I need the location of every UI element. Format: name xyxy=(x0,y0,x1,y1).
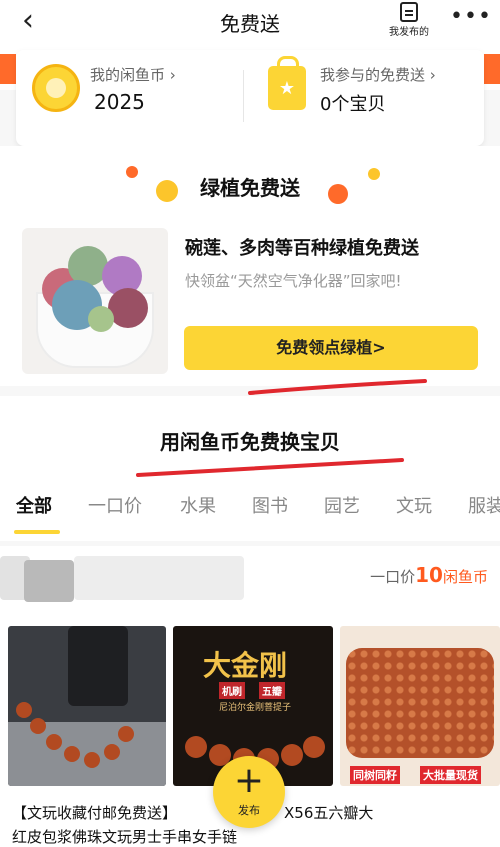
price-unit: 闲鱼币 xyxy=(442,568,488,586)
active-tab-indicator xyxy=(14,530,60,534)
photo-tag: 五瓣 xyxy=(259,682,285,699)
chevron-right-icon: › xyxy=(429,66,436,84)
succulent xyxy=(108,288,148,328)
photo-caption: 尼泊尔金刚菩提子 xyxy=(219,703,292,713)
photo-tag: 机刷 xyxy=(219,682,245,699)
nav-bar: ‹ 免费送 我发布的 ••• xyxy=(0,0,500,42)
bead xyxy=(46,734,62,750)
bead xyxy=(30,718,46,734)
joined-giveaways-link[interactable]: 我参与的免费送 › xyxy=(320,64,436,85)
bead xyxy=(185,736,207,758)
tab-gardening[interactable]: 园艺 xyxy=(324,492,360,518)
gear-shifter xyxy=(68,626,128,706)
item-photo-3[interactable]: 同树同籽 大批量现货 xyxy=(340,626,500,786)
category-tabs: 全部 一口价 水果 图书 园艺 文玩 服装 xyxy=(0,486,500,536)
tab-all[interactable]: 全部 xyxy=(16,492,52,518)
tab-collectibles[interactable]: 文玩 xyxy=(396,492,432,518)
tab-clothing[interactable]: 服装 xyxy=(468,492,500,518)
tab-books[interactable]: 图书 xyxy=(252,492,288,518)
document-icon xyxy=(400,2,418,22)
my-coins-label: 我的闲鱼币 xyxy=(90,66,166,84)
plants-title: 绿植免费送 xyxy=(200,176,300,200)
divider xyxy=(243,70,244,122)
my-posts-button[interactable]: 我发布的 xyxy=(380,0,438,38)
gift-bag-icon: ★ xyxy=(268,56,306,110)
item-title-line2[interactable]: 红皮包浆佛珠文玩男士手串女手链 xyxy=(12,826,237,847)
bead xyxy=(84,752,100,768)
publish-button[interactable]: + 发布 xyxy=(213,756,285,828)
my-posts-label: 我发布的 xyxy=(389,27,429,38)
coin-balance: 2025 xyxy=(94,90,145,114)
succulent-image[interactable] xyxy=(22,228,168,374)
plus-icon: + xyxy=(233,760,265,801)
coin-card: 我的闲鱼币 › 2025 ★ 我参与的免费送 › 0个宝贝 xyxy=(16,50,484,146)
publish-label: 发布 xyxy=(238,804,260,817)
succulent xyxy=(88,306,114,332)
photo-title: 大金刚 xyxy=(203,649,288,682)
promo-subtitle: 快领盆“天然空气净化器”回家吧! xyxy=(185,272,402,290)
joined-count: 0个宝贝 xyxy=(320,94,386,115)
get-plants-button[interactable]: 免费领点绿植> xyxy=(184,326,478,370)
exchange-title: 用闲鱼币免费换宝贝 xyxy=(160,430,340,454)
tab-fixed-price[interactable]: 一口价 xyxy=(88,492,142,518)
bead xyxy=(303,736,325,758)
item-title-start: 【文玩收藏付邮免费送】 xyxy=(12,804,178,822)
item-title-line1[interactable]: 【文玩收藏付邮免费送】 X56五六瓣大 xyxy=(12,802,373,823)
more-icon[interactable]: ••• xyxy=(450,4,492,29)
my-coins-link[interactable]: 我的闲鱼币 › xyxy=(90,64,176,85)
blurred-username xyxy=(74,556,244,600)
bead-texture xyxy=(346,648,494,758)
joined-label: 我参与的免费送 xyxy=(320,66,426,84)
item-photo-1[interactable] xyxy=(8,626,166,786)
photo-tag: 同树同籽 xyxy=(350,766,400,784)
bead xyxy=(16,702,32,718)
price-prefix: 一口价 xyxy=(370,568,416,586)
item-title-end: X56五六瓣大 xyxy=(284,804,374,822)
strip-left xyxy=(0,54,16,84)
star-icon: ★ xyxy=(278,78,296,99)
strip-right xyxy=(484,54,500,84)
bead xyxy=(64,746,80,762)
bead xyxy=(118,726,134,742)
blurred-avatar xyxy=(24,560,74,602)
coin-icon xyxy=(32,64,80,112)
bead xyxy=(104,744,120,760)
tab-fruit[interactable]: 水果 xyxy=(180,492,216,518)
item-price: 一口价10闲鱼币 xyxy=(370,563,488,587)
price-value: 10 xyxy=(415,563,443,587)
chevron-right-icon: › xyxy=(169,66,176,84)
photo-tag: 大批量现货 xyxy=(420,766,481,784)
promo-title: 碗莲、多肉等百种绿植免费送 xyxy=(185,238,419,259)
